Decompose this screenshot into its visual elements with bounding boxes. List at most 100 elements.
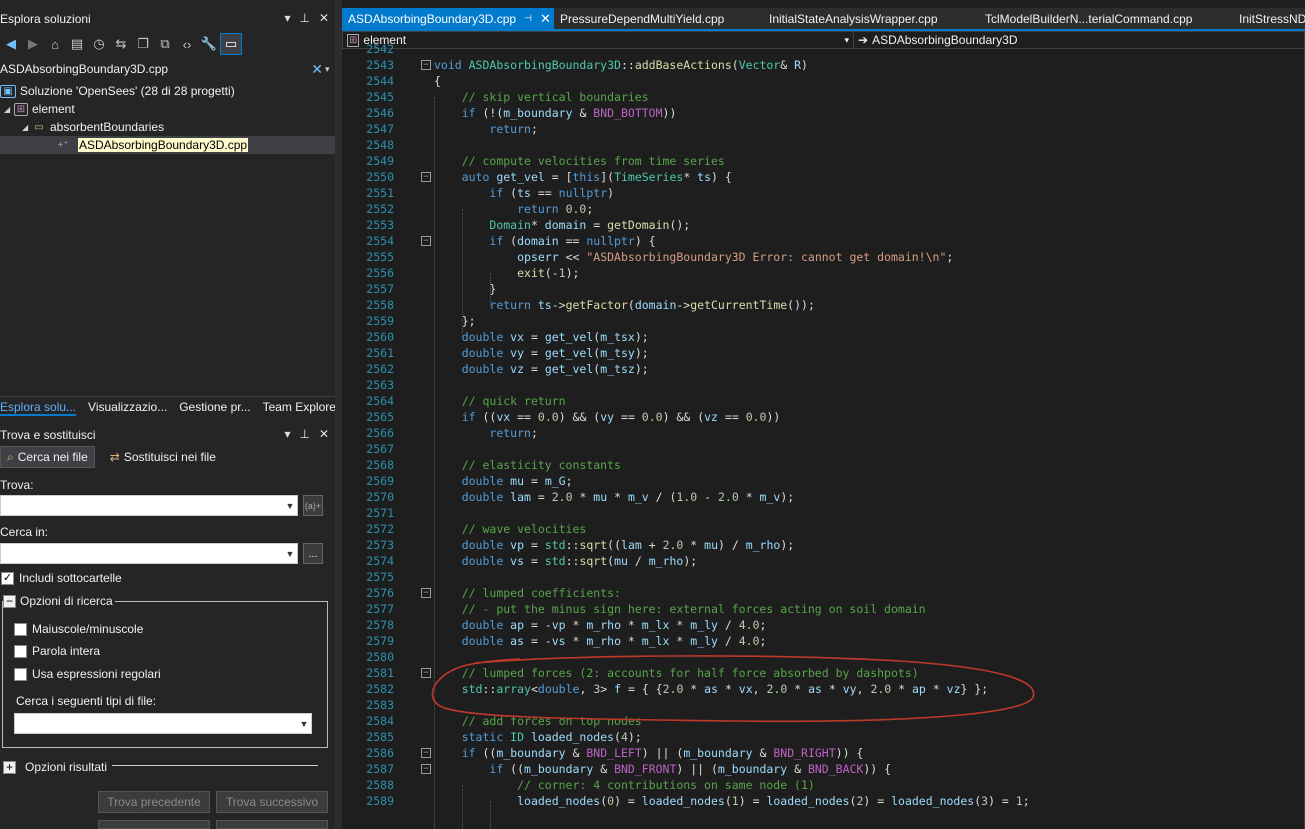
code-line[interactable]: 2549 // compute velocities from time ser…: [342, 153, 1305, 169]
code-line[interactable]: 2585 static ID loaded_nodes(4);: [342, 729, 1305, 745]
chevron-down-icon[interactable]: ▼: [283, 549, 297, 559]
whole-word-checkbox[interactable]: Parola intera: [14, 644, 100, 658]
search-in-files-button[interactable]: ⌕ Cerca nei file: [0, 446, 95, 468]
code-line[interactable]: 2579 double as = -vs * m_rho * m_lx * m_…: [342, 633, 1305, 649]
collapse-all-icon[interactable]: ❐: [132, 33, 154, 55]
dropdown-icon[interactable]: ▾: [284, 11, 290, 25]
code-view-icon[interactable]: ‹›: [176, 33, 198, 55]
find-previous-button[interactable]: Trova precedente: [98, 791, 210, 813]
switch-views-icon[interactable]: ▤: [66, 33, 88, 55]
code-line[interactable]: 2564 // quick return: [342, 393, 1305, 409]
code-line[interactable]: 2567: [342, 441, 1305, 457]
code-line[interactable]: 2577 // - put the minus sign here: exter…: [342, 601, 1305, 617]
fold-collapse-icon[interactable]: −: [421, 60, 431, 70]
dropdown-icon[interactable]: ▾: [284, 427, 290, 441]
code-line[interactable]: 2546 if (!(m_boundary & BND_BOTTOM)): [342, 105, 1305, 121]
show-all-files-icon[interactable]: ⧉: [154, 33, 176, 55]
search-options-title[interactable]: − Opzioni di ricerca: [3, 594, 115, 608]
code-line[interactable]: 2571: [342, 505, 1305, 521]
tab-tclmodelbuilder[interactable]: TclModelBuilderN...terialCommand.cpp: [981, 8, 1235, 29]
code-line[interactable]: 2557 }: [342, 281, 1305, 297]
pin-icon[interactable]: ⊣: [524, 13, 532, 24]
tree-item-element[interactable]: ◢ ⊞ element: [0, 100, 335, 118]
code-line[interactable]: 2558 return ts->getFactor(domain->getCur…: [342, 297, 1305, 313]
match-case-checkbox[interactable]: Maiuscole/minuscole: [14, 622, 143, 636]
fold-collapse-icon[interactable]: −: [421, 764, 431, 774]
code-line[interactable]: 2544 {: [342, 73, 1305, 89]
code-line[interactable]: 2578 double ap = -vp * m_rho * m_lx * m_…: [342, 617, 1305, 633]
tab-team-explorer[interactable]: Team Explorer: [263, 397, 340, 416]
tab-initstressnd[interactable]: InitStressND: [1235, 8, 1305, 29]
back-icon[interactable]: ◀: [0, 33, 22, 55]
regex-builder-button[interactable]: (a)+: [303, 495, 323, 516]
code-line[interactable]: 2545 // skip vertical boundaries: [342, 89, 1305, 105]
look-in-input[interactable]: ▼: [0, 543, 298, 564]
tab-property-manager[interactable]: Gestione pr...: [179, 397, 250, 416]
tab-asdabsorbingboundary3d[interactable]: ASDAbsorbingBoundary3D.cpp ⊣ ✕: [342, 8, 554, 29]
replace-in-files-button[interactable]: ⇄ Sostituisci nei file: [103, 446, 223, 468]
code-line[interactable]: 2589 loaded_nodes(0) = loaded_nodes(1) =…: [342, 793, 1305, 809]
code-line[interactable]: 2573 double vp = std::sqrt((lam + 2.0 * …: [342, 537, 1305, 553]
panel-splitter[interactable]: [335, 0, 342, 829]
code-line[interactable]: 2543 − void ASDAbsorbingBoundary3D::addBas…: [342, 57, 1305, 73]
tree-item-absorbent-boundaries[interactable]: ◢ ▭ absorbentBoundaries: [0, 118, 335, 136]
code-line[interactable]: 2568 // elasticity constants: [342, 457, 1305, 473]
file-types-input[interactable]: ▼: [14, 713, 312, 734]
clear-search-icon[interactable]: ✕: [311, 61, 323, 78]
close-tab-icon[interactable]: ✕: [540, 11, 551, 27]
code-line[interactable]: 2588 // corner: 4 contributions on same …: [342, 777, 1305, 793]
chevron-down-icon[interactable]: ▼: [283, 501, 297, 511]
preview-selected-icon[interactable]: ▭: [220, 33, 242, 55]
results-options-title[interactable]: + Opzioni risultati: [3, 760, 110, 774]
fold-collapse-icon[interactable]: −: [421, 172, 431, 182]
sync-icon[interactable]: ⇆: [110, 33, 132, 55]
code-line[interactable]: 2565 if ((vx == 0.0) && (vy == 0.0) && (…: [342, 409, 1305, 425]
code-line[interactable]: 2572 // wave velocities: [342, 521, 1305, 537]
find-input[interactable]: ▼: [0, 495, 298, 516]
code-line[interactable]: 2552 return 0.0;: [342, 201, 1305, 217]
code-line[interactable]: 2575: [342, 569, 1305, 585]
code-area[interactable]: 2542 2543− void ASDAbsorbingBoundary3D::ad…: [342, 42, 1305, 829]
fold-collapse-icon[interactable]: −: [421, 588, 431, 598]
include-subfolders-checkbox[interactable]: ✓ Includi sottocartelle: [1, 571, 122, 585]
tree-item-solution[interactable]: ▣ Soluzione 'OpenSees' (28 di 28 progett…: [0, 82, 335, 100]
code-line[interactable]: 2574 double vs = std::sqrt(mu / m_rho);: [342, 553, 1305, 569]
code-line[interactable]: 2569 double mu = m_G;: [342, 473, 1305, 489]
close-icon[interactable]: ✕: [319, 427, 329, 441]
code-line[interactable]: 2570 double lam = 2.0 * mu * m_v / (1.0 …: [342, 489, 1305, 505]
expanded-arrow-icon[interactable]: ◢: [22, 123, 32, 132]
history-icon[interactable]: ◷: [88, 33, 110, 55]
code-line[interactable]: 2547 return;: [342, 121, 1305, 137]
code-line[interactable]: 2551 if (ts == nullptr): [342, 185, 1305, 201]
browse-button[interactable]: ...: [303, 543, 323, 564]
find-all-button[interactable]: [98, 820, 210, 829]
code-line[interactable]: 2542: [342, 41, 1305, 57]
code-line[interactable]: 2587− if ((m_boundary & BND_FRONT) || (m…: [342, 761, 1305, 777]
code-line[interactable]: 2554 − if (domain == nullptr) {: [342, 233, 1305, 249]
find-next-button[interactable]: Trova successivo: [216, 791, 328, 813]
code-line[interactable]: 2559 };: [342, 313, 1305, 329]
tree-item-cpp-file[interactable]: +⁺ ASDAbsorbingBoundary3D.cpp: [0, 136, 335, 154]
code-line[interactable]: 2553 Domain* domain = getDomain();: [342, 217, 1305, 233]
tab-pressuredependmultiyield[interactable]: PressureDependMultiYield.cpp: [554, 8, 765, 29]
pin-icon[interactable]: ⊥: [299, 427, 309, 441]
code-line[interactable]: 2563: [342, 377, 1305, 393]
forward-icon[interactable]: ▶: [22, 33, 44, 55]
home-icon[interactable]: ⌂: [44, 33, 66, 55]
code-line[interactable]: 2560 double vx = get_vel(m_tsx);: [342, 329, 1305, 345]
chevron-down-icon[interactable]: ▼: [297, 719, 311, 729]
fold-collapse-icon[interactable]: −: [421, 748, 431, 758]
code-line[interactable]: 2556 exit(-1);: [342, 265, 1305, 281]
use-regex-checkbox[interactable]: Usa espressioni regolari: [14, 667, 161, 681]
code-line[interactable]: 2561 double vy = get_vel(m_tsy);: [342, 345, 1305, 361]
tab-class-view[interactable]: Visualizzazio...: [88, 397, 167, 416]
expanded-arrow-icon[interactable]: ◢: [4, 105, 14, 114]
search-options-icon[interactable]: ▾: [325, 64, 335, 75]
code-line[interactable]: 2586− if ((m_boundary & BND_LEFT) || (m_…: [342, 745, 1305, 761]
pin-icon[interactable]: ⊥: [299, 11, 309, 25]
collapse-icon[interactable]: −: [3, 594, 16, 608]
tab-initialstateanalysiswrapper[interactable]: InitialStateAnalysisWrapper.cpp: [765, 8, 981, 29]
code-line[interactable]: 2555 opserr << "ASDAbsorbingBoundary3D E…: [342, 249, 1305, 265]
close-icon[interactable]: ✕: [319, 11, 329, 25]
code-line[interactable]: 2548: [342, 137, 1305, 153]
